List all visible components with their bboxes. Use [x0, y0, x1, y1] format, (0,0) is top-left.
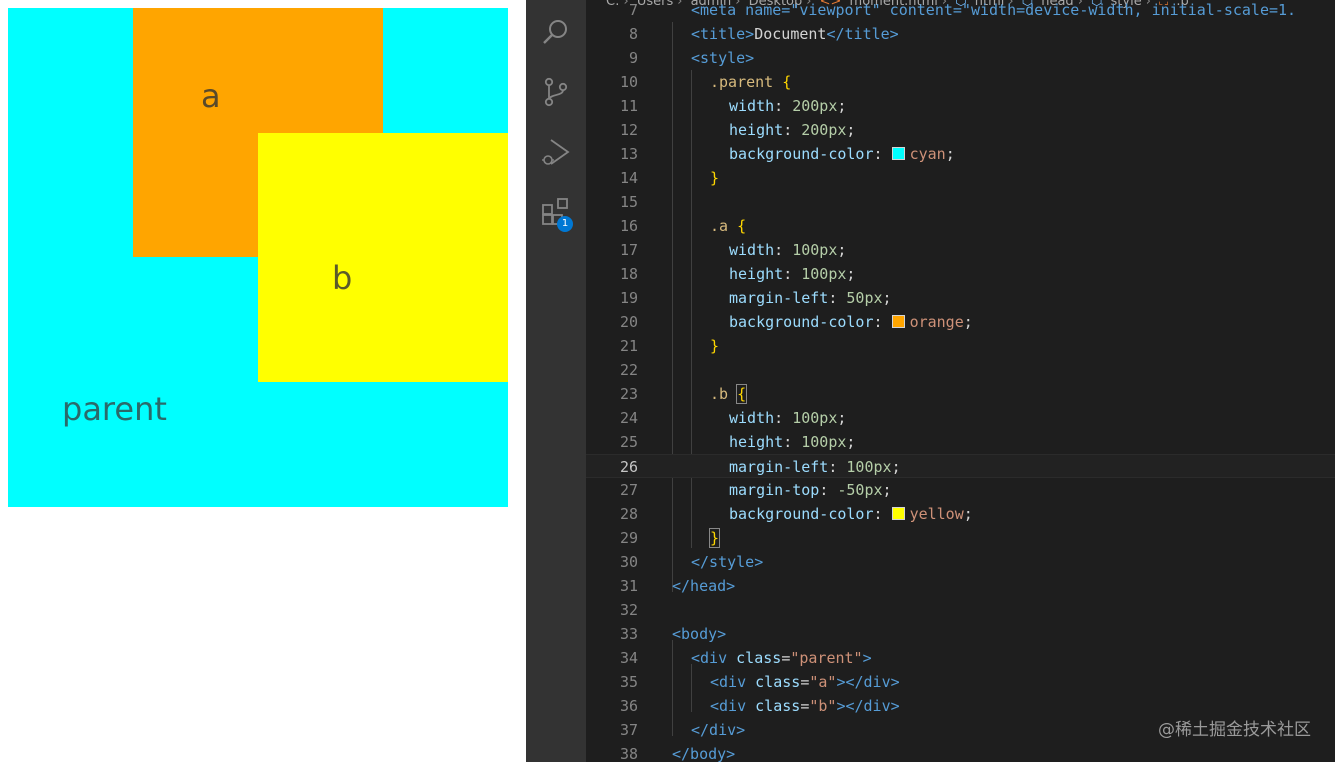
code-line: 15: [619, 193, 638, 211]
search-icon[interactable]: [540, 16, 572, 48]
run-debug-icon[interactable]: [540, 136, 572, 168]
code-line: 31 </head>: [619, 577, 736, 595]
code-line: 34 <div class="parent">: [619, 649, 872, 667]
code-line-current: 26 margin-left: 100px;: [586, 454, 1335, 478]
code-line: 22: [619, 361, 638, 379]
code-line: 14}: [619, 169, 720, 187]
code-line: 35 <div class="a"></div>: [619, 673, 900, 691]
code-line: 16 .a {: [619, 217, 747, 235]
label-parent: parent: [62, 390, 167, 428]
code-line: 32: [619, 601, 638, 619]
box-b: [258, 133, 508, 382]
extensions-badge: 1: [557, 216, 573, 232]
code-line: 27 margin-top: -50px;: [619, 481, 892, 499]
code-editor[interactable]: 7 <meta name="viewport" content="width=de…: [586, 0, 1335, 762]
code-line: 24 width: 100px;: [619, 409, 847, 427]
color-swatch-cyan[interactable]: [891, 147, 905, 160]
code-line: 9 <style>: [628, 49, 755, 67]
code-line: 19 margin-left: 50px;: [619, 289, 892, 307]
code-line: 17 width: 100px;: [619, 241, 847, 259]
code-line: 10 .parent {: [619, 73, 792, 91]
code-line: 38 </body>: [619, 745, 736, 762]
code-line: 8 <title>Document</title>: [628, 25, 899, 43]
source-control-icon[interactable]: [540, 76, 572, 108]
code-line: 23 .b {: [619, 384, 748, 404]
code-line: 33 <body>: [619, 625, 727, 643]
label-b: b: [332, 259, 353, 297]
code-line: 18 height: 100px;: [619, 265, 856, 283]
activity-bar: 1: [526, 0, 586, 762]
code-line: 28 background-color: yellow;: [619, 505, 973, 523]
code-line: 13 background-color: cyan;: [619, 145, 955, 163]
vscode-window: 1 C: › Users › admin › Desktop › <> moment.h…: [526, 0, 1335, 762]
color-swatch-yellow[interactable]: [891, 507, 905, 520]
code-line: 29}: [619, 528, 721, 548]
code-line: 30 </style>: [619, 553, 764, 571]
code-line: 12 height: 200px;: [619, 121, 856, 139]
code-line: 7 <meta name="viewport" content="width=de…: [628, 1, 1297, 19]
code-line: 21}: [619, 337, 720, 355]
color-swatch-orange[interactable]: [891, 315, 905, 328]
code-line: 20 background-color: orange;: [619, 313, 973, 331]
code-line: 25 height: 100px;: [619, 433, 856, 451]
label-a: a: [201, 77, 221, 115]
code-line: 11 width: 200px;: [619, 97, 847, 115]
browser-preview: a b parent: [0, 0, 526, 762]
watermark: @稀土掘金技术社区: [1158, 720, 1311, 740]
